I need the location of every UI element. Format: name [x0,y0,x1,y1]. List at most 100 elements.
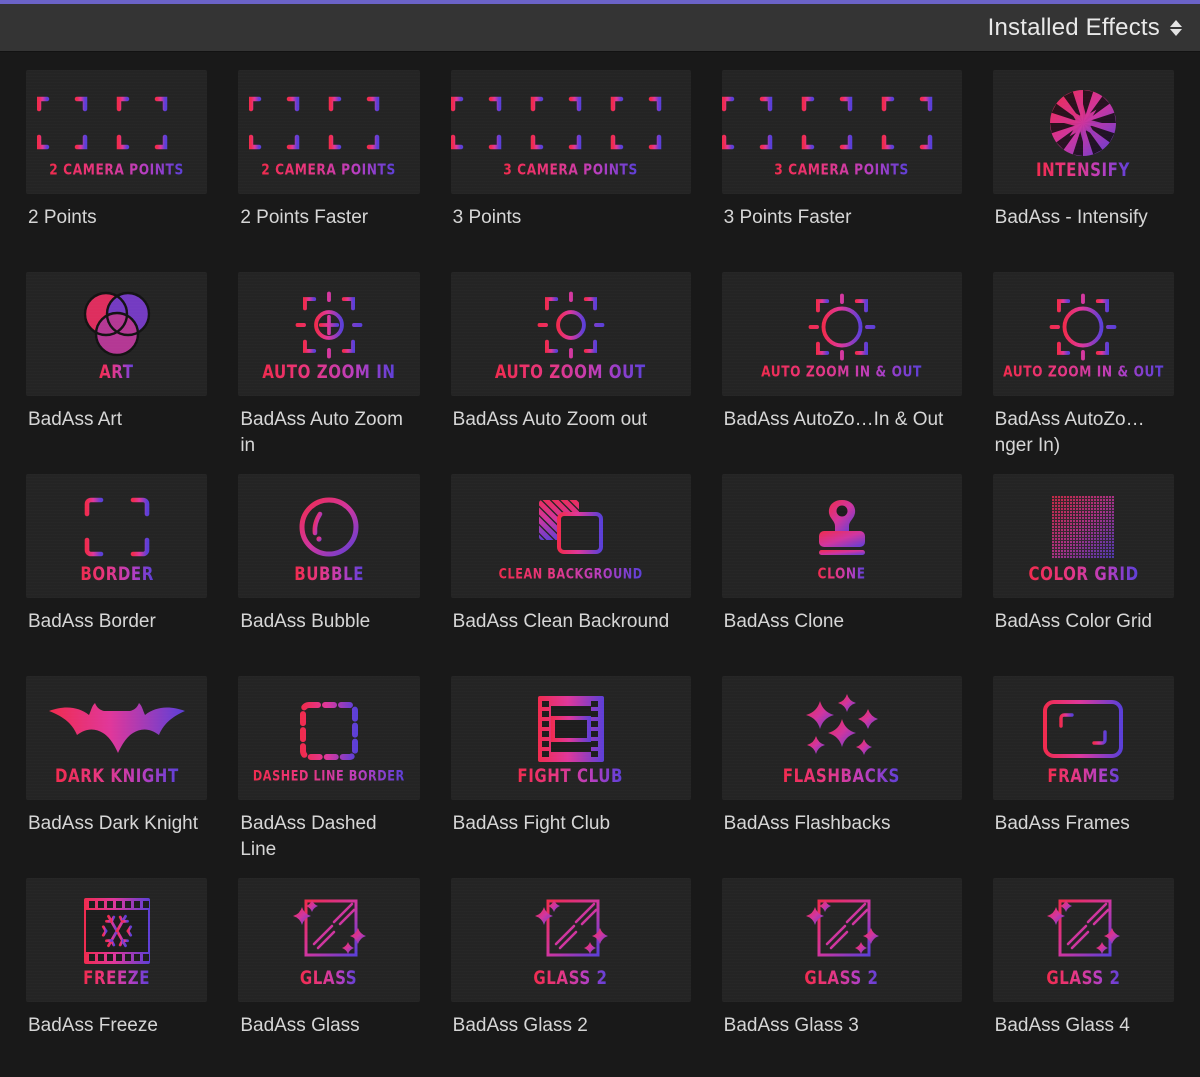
effects-category-label: Installed Effects [988,14,1160,42]
effect-thumbnail[interactable]: DASHED LINE BORDER [238,676,419,800]
effect-thumbnail[interactable]: BUBBLE [238,474,419,598]
clean-background-icon [533,492,609,566]
effect-thumbnail[interactable]: GLASS 2 [722,878,962,1002]
effect-thumbnail[interactable]: AUTO ZOOM IN & OUT [722,272,962,396]
effect-badge-text: CLONE [818,566,866,581]
effect-thumbnail[interactable]: GLASS [238,878,419,1002]
effect-thumbnail[interactable]: CLEAN BACKGROUND [451,474,691,598]
effect-caption: BadAss Bubble [238,598,419,676]
effect-badge-text: 2 CAMERA POINTS [49,162,184,177]
effect-cell[interactable]: 3 CAMERA POINTS 3 Points [451,70,691,272]
effect-badge-text: GLASS [300,969,357,988]
camera-points-3-icon [451,88,691,162]
effect-thumbnail[interactable]: AUTO ZOOM OUT [451,272,691,396]
effect-cell[interactable]: CLONEBadAss Clone [722,474,962,676]
effect-badge-text: GLASS 2 [1046,969,1120,988]
effect-thumbnail[interactable]: FREEZE [26,878,207,1002]
color-grid-icon [1052,490,1114,564]
effect-thumbnail[interactable]: INTENSIFY [993,70,1174,194]
glass-icon [532,894,610,968]
effect-cell[interactable]: GLASS 2BadAss Glass 4 [993,878,1174,1077]
effect-cell[interactable]: 2 CAMERA POINTS 2 Points Faster [238,70,419,272]
venn-circles-icon [81,288,153,362]
effect-thumbnail[interactable]: FIGHT CLUB [451,676,691,800]
effect-badge-text: COLOR GRID [1028,565,1138,584]
effect-cell[interactable]: GLASS 2 BadAss Glass 2 [451,878,691,1077]
effects-grid: 2 CAMERA POINTS2 Points 2 CAMERA POINTS2… [26,70,1174,1077]
effect-thumbnail[interactable]: FRAMES [993,676,1174,800]
effect-badge-text: 3 CAMERA POINTS [503,162,638,177]
effects-scroll-area[interactable]: 2 CAMERA POINTS2 Points 2 CAMERA POINTS2… [0,52,1200,1077]
effect-cell[interactable]: FLASHBACKSBadAss Flashbacks [722,676,962,878]
effect-badge-text: DARK KNIGHT [55,767,179,786]
effect-badge-text: 2 CAMERA POINTS [262,162,397,177]
effect-cell[interactable]: 3 CAMERA POINTS3 Points Faster [722,70,962,272]
glass-icon [803,894,881,968]
effect-badge-text: BORDER [80,565,154,584]
effect-caption: BadAss Clean Backround [451,598,691,676]
effect-badge-text: BUBBLE [294,565,364,584]
effect-caption: BadAss Art [26,396,207,474]
effect-cell[interactable]: AUTO ZOOM IN BadAss Auto Zoom in [238,272,419,474]
bat-icon [47,692,187,766]
effect-cell[interactable]: INTENSIFY BadAss - Intensify [993,70,1174,272]
effect-thumbnail[interactable]: CLONE [722,474,962,598]
effect-caption: BadAss Freeze [26,1002,207,1077]
effect-cell[interactable]: CLEAN BACKGROUNDBadAss Clean Backround [451,474,691,676]
effects-header-bar: Installed Effects [0,4,1200,52]
effect-thumbnail[interactable]: COLOR GRID [993,474,1174,598]
effect-cell[interactable]: GLASS 2BadAss Glass 3 [722,878,962,1077]
effect-cell[interactable]: 2 CAMERA POINTS2 Points [26,70,207,272]
rounded-frame-icon [1041,692,1125,766]
effect-caption: BadAss - Intensify [993,194,1174,272]
reticle-minus-icon [532,288,610,362]
dashed-square-icon [298,694,360,768]
effect-cell[interactable]: FREEZE BadAss Freeze [26,878,207,1077]
effect-badge-text: FREEZE [83,969,150,988]
effect-caption: 3 Points [451,194,691,272]
effect-caption: BadAss Glass 2 [451,1002,691,1077]
effect-badge-text: AUTO ZOOM IN & OUT [761,364,922,379]
effect-cell[interactable]: ARTBadAss Art [26,272,207,474]
effect-thumbnail[interactable]: 2 CAMERA POINTS [26,70,207,194]
effect-thumbnail[interactable]: BORDER [26,474,207,598]
effect-cell[interactable]: FIGHT CLUBBadAss Fight Club [451,676,691,878]
effect-thumbnail[interactable]: AUTO ZOOM IN [238,272,419,396]
effect-badge-text: AUTO ZOOM IN & OUT [1003,364,1164,379]
effect-thumbnail[interactable]: 3 CAMERA POINTS [451,70,691,194]
effect-cell[interactable]: FRAMES BadAss Frames [993,676,1174,878]
effect-thumbnail[interactable]: DARK KNIGHT [26,676,207,800]
effect-badge-text: GLASS 2 [534,969,608,988]
effect-caption: BadAss Border [26,598,207,676]
effect-cell[interactable]: BUBBLE BadAss Bubble [238,474,419,676]
effect-cell[interactable]: DASHED LINE BORDERBadAss Dashed Line [238,676,419,878]
effects-category-dropdown[interactable]: Installed Effects [988,14,1182,42]
sparkles-icon [802,692,882,766]
effect-thumbnail[interactable]: AUTO ZOOM IN & OUT [993,272,1174,396]
effect-caption: BadAss Auto Zoom in [238,396,419,474]
effect-badge-text: INTENSIFY [1036,161,1130,180]
effect-cell[interactable]: BORDER BadAss Border [26,474,207,676]
effect-cell[interactable]: AUTO ZOOM OUTBadAss Auto Zoom out [451,272,691,474]
effect-cell[interactable]: DARK KNIGHTBadAss Dark Knight [26,676,207,878]
effect-cell[interactable]: COLOR GRIDBadAss Color Grid [993,474,1174,676]
reticle-plus-icon [290,288,368,362]
effect-badge-text: FIGHT CLUB [518,767,624,786]
glass-icon [290,894,368,968]
effect-badge-text: FRAMES [1047,767,1120,786]
effect-thumbnail[interactable]: 2 CAMERA POINTS [238,70,419,194]
chevron-up-down-icon [1170,20,1182,36]
effect-cell[interactable]: AUTO ZOOM IN & OUTBadAss AutoZo…nger In) [993,272,1174,474]
effect-thumbnail[interactable]: GLASS 2 [993,878,1174,1002]
effect-cell[interactable]: GLASSBadAss Glass [238,878,419,1077]
effect-thumbnail[interactable]: FLASHBACKS [722,676,962,800]
effect-caption: BadAss Frames [993,800,1174,878]
effect-badge-text: AUTO ZOOM IN [262,363,395,382]
effect-thumbnail[interactable]: 3 CAMERA POINTS [722,70,962,194]
effect-thumbnail[interactable]: ART [26,272,207,396]
corner-frame-icon [81,490,153,564]
effect-caption: 2 Points Faster [238,194,419,272]
effect-cell[interactable]: AUTO ZOOM IN & OUTBadAss AutoZo…In & Out [722,272,962,474]
glass-icon [1044,894,1122,968]
effect-thumbnail[interactable]: GLASS 2 [451,878,691,1002]
